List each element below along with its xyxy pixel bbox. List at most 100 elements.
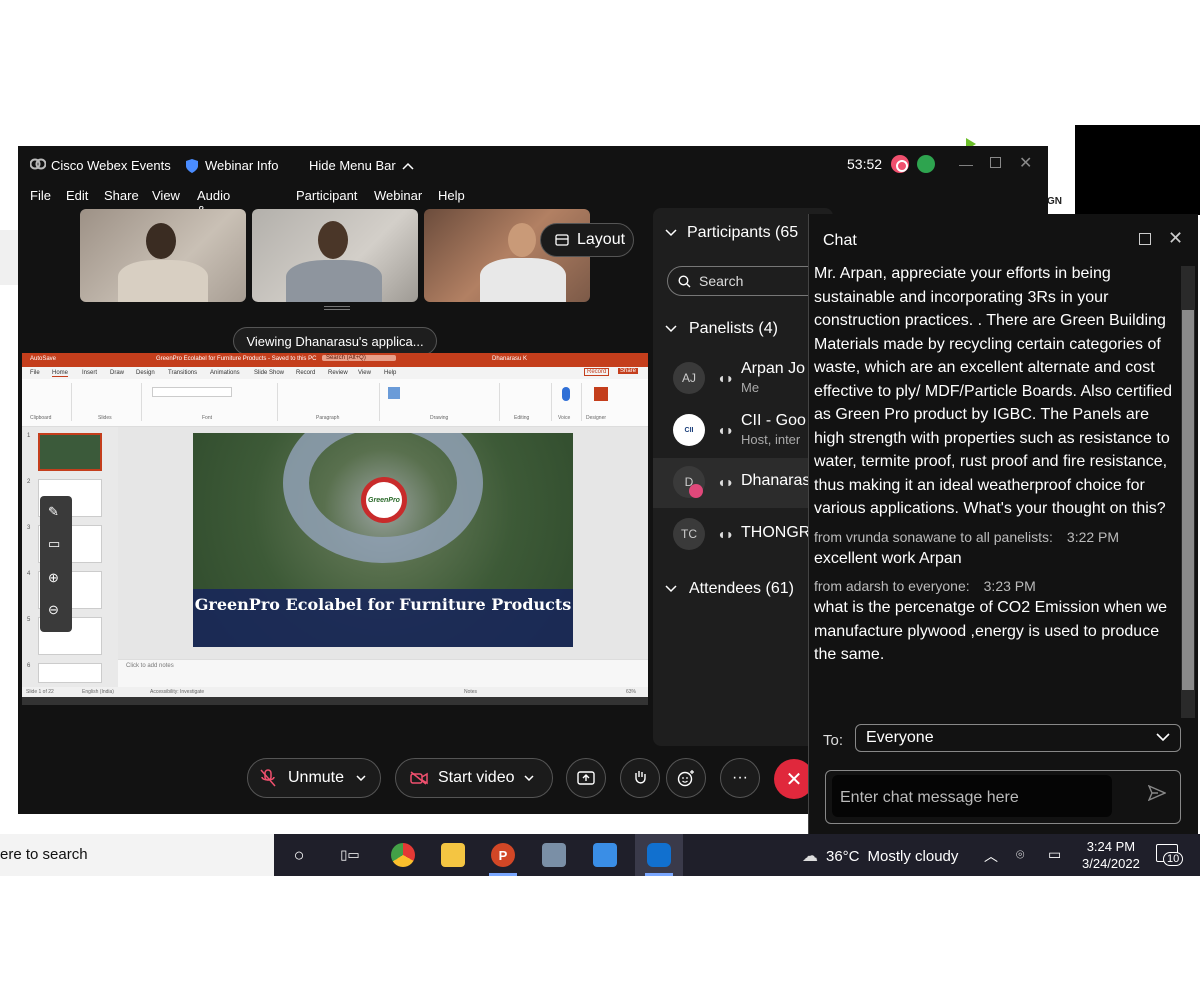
audio-icon: ◖◗ [717,422,734,438]
calculator-icon[interactable] [542,843,566,867]
ppt-group: Paragraph [278,383,380,421]
participants-panel: Participants (65 Search Panelists (4) AJ… [653,208,833,746]
send-icon[interactable] [1148,785,1166,801]
maximize-button[interactable] [990,157,1001,168]
participant-row[interactable]: AJ ◖◗ Arpan Jo Me [653,354,833,404]
participants-title: Participants (65 [687,224,799,241]
recipient-select[interactable]: Everyone [855,724,1181,752]
audio-icon: ◖◗ [717,526,734,542]
file-explorer-icon[interactable] [441,843,465,867]
ppt-tab: Draw [110,370,125,376]
ppt-tab: Review [328,370,348,376]
taskbar-search[interactable]: ere to search [0,834,274,876]
chat-messages: Mr. Arpan, appreciate your efforts in be… [814,262,1178,706]
viewing-banner: Viewing Dhanarasu's applica... [233,327,437,355]
title-bar: Cisco Webex Events Webinar Info Hide Men… [18,146,1048,184]
taskbar-search-text: ere to search [0,846,88,863]
resize-grip[interactable] [324,306,350,310]
menu-file[interactable]: File [30,188,51,203]
chat-message-text: what is the percenatge of CO2 Emission w… [814,599,1168,663]
raise-hand-button[interactable] [620,758,660,798]
thumb-number: 1 [27,433,31,439]
minimize-button[interactable]: — [959,156,973,172]
slide-thumbnail [38,433,102,471]
menu-share[interactable]: Share [104,188,139,203]
running-indicator [645,873,673,876]
system-clock[interactable]: 3:24 PM 3/24/2022 [1082,838,1140,872]
participant-head [508,223,536,257]
task-view-icon[interactable]: ▯▭ [338,843,362,867]
battery-icon[interactable]: ▭ [1048,846,1061,863]
ppt-tab: View [358,370,371,376]
app-title: Cisco Webex Events [51,158,171,173]
menu-webinar[interactable]: Webinar [374,188,422,203]
weather-desc: Mostly cloudy [867,847,959,865]
chrome-icon[interactable] [391,843,415,867]
webex-taskbar-button[interactable] [635,834,683,876]
participant-head [318,221,348,259]
menu-help[interactable]: Help [438,188,465,203]
participant-row[interactable]: TC ◖◗ THONGR [653,510,833,560]
zoom-in-icon[interactable]: ⊕ [48,570,59,586]
thumb-number: 3 [27,525,31,531]
close-window-button[interactable]: ✕ [1019,153,1032,173]
cortana-icon[interactable]: ○ [287,843,311,867]
video-tile-participant-1[interactable] [80,209,246,302]
ppt-tab: Record [296,370,316,376]
ppt-tab: Animations [210,370,240,376]
unmute-button[interactable]: Unmute [247,758,381,798]
share-screen-icon [577,771,595,785]
participants-header[interactable]: Participants (65 [665,224,798,242]
ppt-tab: Transitions [168,370,198,376]
reactions-button[interactable] [666,758,706,798]
network-signal-icon[interactable] [917,155,935,173]
webinar-info-button[interactable]: Webinar Info [186,158,278,173]
panelists-section-header[interactable]: Panelists (4) [665,320,778,338]
menu-participant[interactable]: Participant [296,188,357,203]
ppt-tab: Insert [82,370,98,376]
more-options-button[interactable]: ··· [720,758,760,798]
chevron-up-icon[interactable]: ︿ [984,846,998,866]
screen-share-icon[interactable]: ▭ [48,536,60,552]
sharing-indicator-icon [689,484,703,498]
webex-logo-icon [30,158,46,170]
annotate-pen-icon[interactable]: ✎ [48,504,59,520]
popout-icon[interactable] [1139,233,1151,245]
video-tile-participant-2[interactable] [252,209,418,302]
webcam-icon[interactable]: ⌾ [1016,846,1024,863]
raise-hand-icon [635,771,646,784]
photos-icon[interactable] [593,843,617,867]
ppt-font-box [152,387,232,397]
chevron-down-icon [524,775,535,781]
start-video-button[interactable]: Start video [395,758,553,798]
zoom-out-icon[interactable]: ⊖ [48,602,59,618]
close-icon[interactable]: ✕ [1168,228,1183,249]
recording-icon[interactable] [891,155,909,173]
chat-message-input[interactable] [832,775,1112,817]
hide-menu-bar-button[interactable]: Hide Menu Bar [309,158,414,173]
scrollbar-thumb[interactable] [1182,310,1194,690]
menu-edit[interactable]: Edit [66,188,88,203]
chat-message-text: excellent work Arpan [814,549,962,567]
ppt-autosave: AutoSave [30,356,57,362]
ppt-slide-stage: GreenPro GreenPro Ecolabel for Furniture… [118,427,648,659]
chevron-down-icon [665,325,677,333]
participant-row[interactable]: CII ◖◗ CII - Goo Host, inter [653,406,833,456]
menu-view[interactable]: View [152,188,180,203]
layout-button[interactable]: Layout [540,223,634,257]
participant-row[interactable]: D ◖◗ Dhanaras [653,458,833,508]
thumb-number: 2 [27,479,31,485]
share-content-button[interactable] [566,758,606,798]
weather-widget[interactable]: ☁ 36°C Mostly cloudy [802,846,958,866]
ppt-notes: Click to add notes [118,659,648,687]
participant-body [286,260,382,302]
powerpoint-icon[interactable]: P [491,843,515,867]
ppt-tab: File [30,370,40,376]
ppt-status-zoom: 63% [626,689,637,695]
weather-temp: 36°C [826,847,860,865]
meeting-timer: 53:52 [847,156,883,172]
attendees-section-header[interactable]: Attendees (61) [665,580,794,598]
avatar: AJ [673,362,705,394]
layout-label: Layout [577,231,626,248]
chat-scrollbar[interactable] [1181,266,1195,718]
